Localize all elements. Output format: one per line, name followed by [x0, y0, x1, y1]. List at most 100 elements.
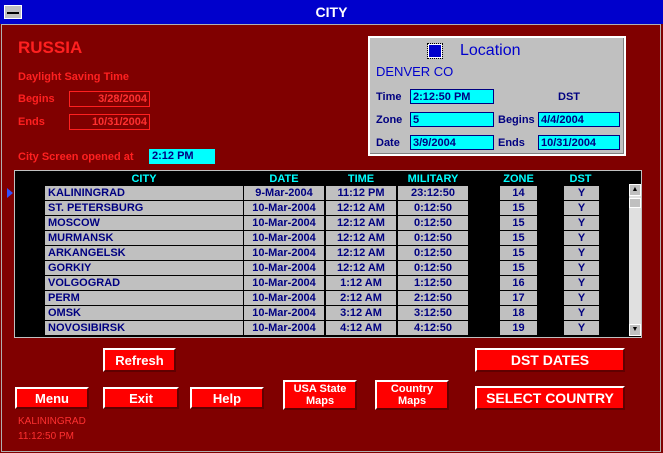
cell-city: GORKIY — [45, 261, 243, 275]
selected-row-arrow-icon — [7, 188, 13, 198]
table-row[interactable]: ARKANGELSK 10-Mar-2004 12:12 AM 0:12:50 15 Y — [15, 246, 630, 261]
menu-button[interactable]: Menu — [15, 387, 89, 409]
cell-dst: Y — [564, 261, 599, 275]
table-row[interactable]: ST. PETERSBURG 10-Mar-2004 12:12 AM 0:12:50… — [15, 201, 630, 216]
country-maps-line1: Country — [390, 383, 434, 395]
cell-time: 12:12 AM — [326, 231, 396, 245]
cell-time: 2:12 AM — [326, 291, 396, 305]
cell-military: 0:12:50 — [398, 201, 468, 215]
location-begins-label: Begins — [498, 114, 535, 126]
column-header-city[interactable]: CITY — [45, 173, 243, 185]
cell-zone: 18 — [500, 306, 537, 320]
scroll-down-icon[interactable]: ▼ — [629, 324, 641, 336]
cell-date: 10-Mar-2004 — [244, 291, 324, 305]
location-city: DENVER CO — [376, 64, 454, 79]
cell-date: 10-Mar-2004 — [244, 306, 324, 320]
window-title: CITY — [315, 4, 348, 20]
table-row[interactable]: KALININGRAD 9-Mar-2004 11:12 PM 23:12:50 14 Y — [15, 186, 630, 201]
cell-date: 10-Mar-2004 — [244, 216, 324, 230]
table-row[interactable]: NOVOSIBIRSK 10-Mar-2004 4:12 AM 4:12:50 19 Y — [15, 321, 630, 336]
dst-begins-label: Begins — [18, 93, 55, 105]
location-checkbox-icon[interactable] — [427, 43, 443, 59]
location-date-field: 3/9/2004 — [410, 135, 494, 150]
cell-time: 11:12 PM — [326, 186, 396, 200]
dst-begins-value: 3/28/2004 — [69, 91, 150, 107]
cell-time: 1:12 AM — [326, 276, 396, 290]
column-header-time[interactable]: TIME — [326, 173, 396, 185]
cell-time: 12:12 AM — [326, 261, 396, 275]
scroll-up-icon[interactable]: ▲ — [629, 184, 641, 196]
cell-zone: 15 — [500, 246, 537, 260]
cell-zone: 19 — [500, 321, 537, 335]
cell-date: 10-Mar-2004 — [244, 231, 324, 245]
cell-city: PERM — [45, 291, 243, 305]
cell-zone: 15 — [500, 231, 537, 245]
column-header-dst[interactable]: DST — [562, 173, 599, 185]
cell-military: 0:12:50 — [398, 246, 468, 260]
title-bar: CITY — [0, 0, 663, 24]
cell-dst: Y — [564, 306, 599, 320]
refresh-button[interactable]: Refresh — [103, 348, 176, 372]
table-scrollbar[interactable]: ▲ ▼ — [629, 184, 641, 336]
cell-city: VOLGOGRAD — [45, 276, 243, 290]
location-panel: Location DENVER CO Time 2:12:50 PM DST Z… — [368, 36, 626, 156]
column-header-date[interactable]: DATE — [244, 173, 324, 185]
cell-dst: Y — [564, 246, 599, 260]
country-name: RUSSIA — [18, 38, 83, 57]
cell-zone: 15 — [500, 261, 537, 275]
select-country-button[interactable]: SELECT COUNTRY — [475, 386, 625, 410]
cell-city: MOSCOW — [45, 216, 243, 230]
cell-city: OMSK — [45, 306, 243, 320]
cell-dst: Y — [564, 186, 599, 200]
cell-city: ARKANGELSK — [45, 246, 243, 260]
cell-military: 0:12:50 — [398, 231, 468, 245]
table-row[interactable]: VOLGOGRAD 10-Mar-2004 1:12 AM 1:12:50 16 Y — [15, 276, 630, 291]
column-header-military[interactable]: MILITARY — [398, 173, 468, 185]
location-date-label: Date — [376, 137, 400, 149]
table-row[interactable]: MURMANSK 10-Mar-2004 12:12 AM 0:12:50 15 Y — [15, 231, 630, 246]
cell-time: 12:12 AM — [326, 201, 396, 215]
dst-ends-label: Ends — [18, 116, 45, 128]
location-time-label: Time — [376, 91, 402, 103]
location-ends-label: Ends — [498, 137, 525, 149]
location-zone-field: 5 — [410, 112, 494, 127]
table-row[interactable]: MOSCOW 10-Mar-2004 12:12 AM 0:12:50 15 Y — [15, 216, 630, 231]
table-row[interactable]: GORKIY 10-Mar-2004 12:12 AM 0:12:50 15 Y — [15, 261, 630, 276]
location-ends-field: 10/31/2004 — [538, 135, 620, 150]
cell-military: 2:12:50 — [398, 291, 468, 305]
table-row[interactable]: PERM 10-Mar-2004 2:12 AM 2:12:50 17 Y — [15, 291, 630, 306]
cell-dst: Y — [564, 291, 599, 305]
cell-date: 10-Mar-2004 — [244, 276, 324, 290]
cell-military: 4:12:50 — [398, 321, 468, 335]
cell-date: 10-Mar-2004 — [244, 321, 324, 335]
cell-date: 10-Mar-2004 — [244, 201, 324, 215]
cell-date: 10-Mar-2004 — [244, 261, 324, 275]
location-zone-label: Zone — [376, 114, 403, 126]
help-button[interactable]: Help — [190, 387, 264, 409]
table-row[interactable]: OMSK 10-Mar-2004 3:12 AM 3:12:50 18 Y — [15, 306, 630, 321]
cell-time: 3:12 AM — [326, 306, 396, 320]
cell-dst: Y — [564, 201, 599, 215]
country-maps-button[interactable]: Country Maps — [375, 380, 449, 410]
exit-button[interactable]: Exit — [103, 387, 179, 409]
cell-date: 10-Mar-2004 — [244, 246, 324, 260]
cell-city: ST. PETERSBURG — [45, 201, 243, 215]
cell-zone: 15 — [500, 216, 537, 230]
cell-city: MURMANSK — [45, 231, 243, 245]
cell-dst: Y — [564, 321, 599, 335]
cell-dst: Y — [564, 216, 599, 230]
cell-zone: 15 — [500, 201, 537, 215]
cell-date: 9-Mar-2004 — [244, 186, 324, 200]
cell-time: 4:12 AM — [326, 321, 396, 335]
cell-zone: 16 — [500, 276, 537, 290]
usa-state-maps-button[interactable]: USA State Maps — [283, 380, 357, 410]
cell-time: 12:12 AM — [326, 246, 396, 260]
dst-heading: Daylight Saving Time — [18, 71, 130, 83]
scroll-thumb[interactable] — [629, 198, 641, 208]
cell-military: 3:12:50 — [398, 306, 468, 320]
cell-military: 23:12:50 — [398, 186, 468, 200]
column-header-zone[interactable]: ZONE — [500, 173, 537, 185]
cell-military: 0:12:50 — [398, 216, 468, 230]
location-dst-label: DST — [558, 91, 580, 103]
dst-dates-button[interactable]: DST DATES — [475, 348, 625, 372]
